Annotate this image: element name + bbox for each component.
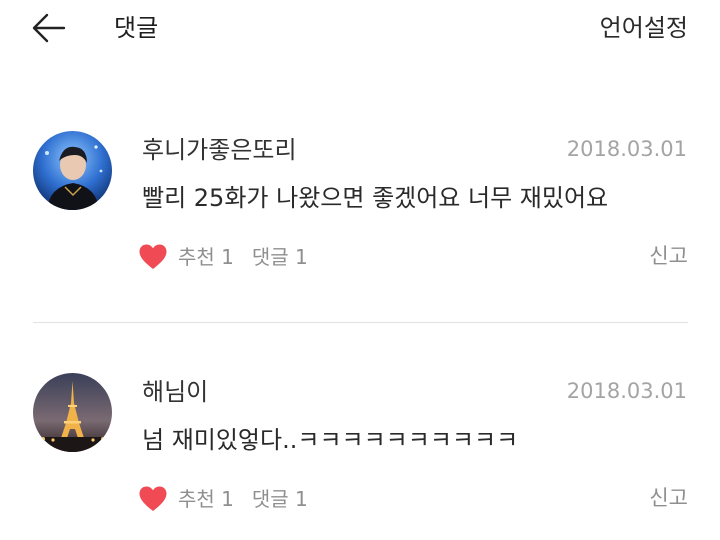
comment-divider	[33, 322, 688, 323]
like-button[interactable]: 추천 1	[138, 242, 234, 272]
comment-username[interactable]: 해님이	[142, 376, 208, 408]
arrow-left-icon	[32, 13, 66, 43]
comment-text: 넘 재미있엏다..ㅋㅋㅋㅋㅋㅋㅋㅋㅋㅋ	[142, 426, 519, 454]
heart-icon	[139, 244, 167, 269]
page-title: 댓글	[114, 14, 159, 42]
comment-item: 해님이 2018.03.01 넘 재미있엏다..ㅋㅋㅋㅋㅋㅋㅋㅋㅋㅋ 추천 1 …	[0, 370, 720, 540]
like-count-label: 추천 1	[178, 245, 234, 269]
report-button[interactable]: 신고	[649, 482, 688, 514]
comment-actions: 추천 1 댓글 1	[138, 240, 308, 274]
profile-photo-person-icon	[33, 131, 112, 210]
comment-text: 빨리 25화가 나왔으면 좋겠어요 너무 재밌어요	[142, 184, 609, 212]
comment-date: 2018.03.01	[566, 379, 687, 403]
comment-username[interactable]: 후니가좋은또리	[142, 134, 297, 166]
comment-item: 후니가좋은또리 2018.03.01 빨리 25화가 나왔으면 좋겠어요 너무 …	[0, 128, 720, 298]
avatar[interactable]	[33, 131, 112, 210]
heart-icon	[139, 486, 167, 511]
report-button[interactable]: 신고	[649, 240, 688, 272]
like-count-label: 추천 1	[178, 487, 234, 511]
like-button[interactable]: 추천 1	[138, 484, 234, 514]
profile-photo-eiffel-tower-icon	[33, 373, 112, 452]
reply-button[interactable]: 댓글 1	[252, 242, 308, 272]
avatar[interactable]	[33, 373, 112, 452]
comment-date: 2018.03.01	[566, 137, 687, 161]
top-bar: 댓글 언어설정	[0, 0, 720, 56]
language-settings-button[interactable]: 언어설정	[600, 12, 688, 44]
back-button[interactable]	[32, 8, 76, 48]
comment-actions: 추천 1 댓글 1	[138, 482, 308, 516]
reply-button[interactable]: 댓글 1	[252, 484, 308, 514]
comments-screen: 댓글 언어설정 후니가좋은또리 2018.03.01 빨리 25화가 나왔으면 …	[0, 0, 720, 540]
